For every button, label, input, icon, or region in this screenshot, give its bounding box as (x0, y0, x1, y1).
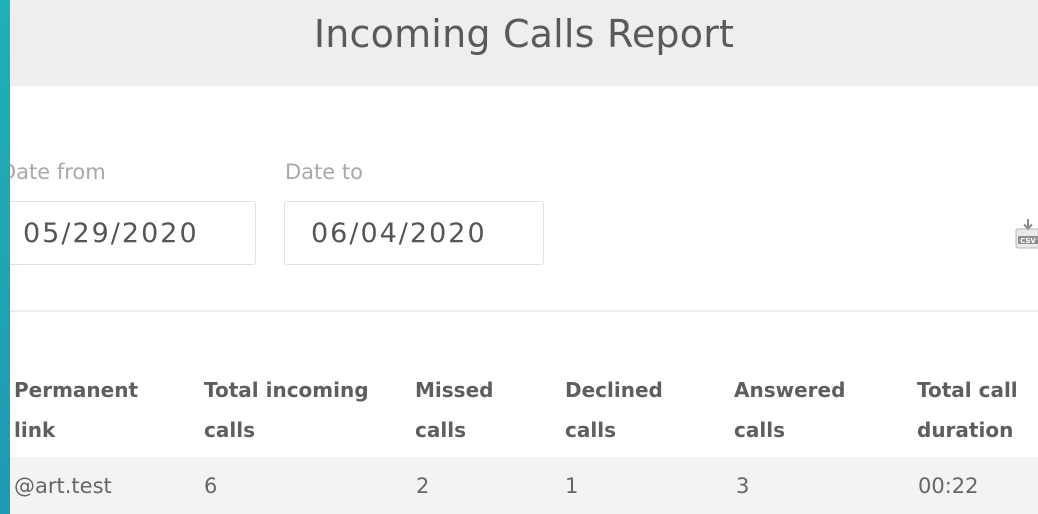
table-row (10, 457, 1038, 514)
column-header-total-call-duration: Total call duration (917, 378, 1018, 442)
cell-answered-calls: 3 (736, 474, 750, 498)
csv-download-icon[interactable]: CSV (1015, 218, 1038, 250)
report-header: Incoming Calls Report (10, 0, 1038, 86)
cell-permanent-link[interactable]: @art.test (14, 474, 112, 498)
page-title: Incoming Calls Report (313, 12, 735, 56)
svg-text:CSV: CSV (1020, 237, 1036, 245)
divider (10, 310, 1038, 312)
date-to-input[interactable] (284, 201, 544, 265)
column-header-permanent-link: Permanent link (14, 378, 139, 442)
report-panel: Incoming Calls Report Date from Date to … (10, 0, 1038, 514)
column-header-missed-calls: Missed calls (415, 378, 494, 442)
cell-total-call-duration: 00:22 (918, 474, 979, 498)
cell-missed-calls: 2 (416, 474, 430, 498)
column-header-total-incoming-calls: Total incoming calls (204, 378, 369, 442)
cell-declined-calls: 1 (565, 474, 579, 498)
cell-total-incoming-calls: 6 (204, 474, 218, 498)
date-from-input[interactable] (10, 201, 256, 265)
column-header-answered-calls: Answered calls (734, 378, 846, 442)
date-from-label: Date from (10, 160, 106, 184)
date-to-label: Date to (285, 160, 363, 184)
column-header-declined-calls: Declined calls (565, 378, 663, 442)
